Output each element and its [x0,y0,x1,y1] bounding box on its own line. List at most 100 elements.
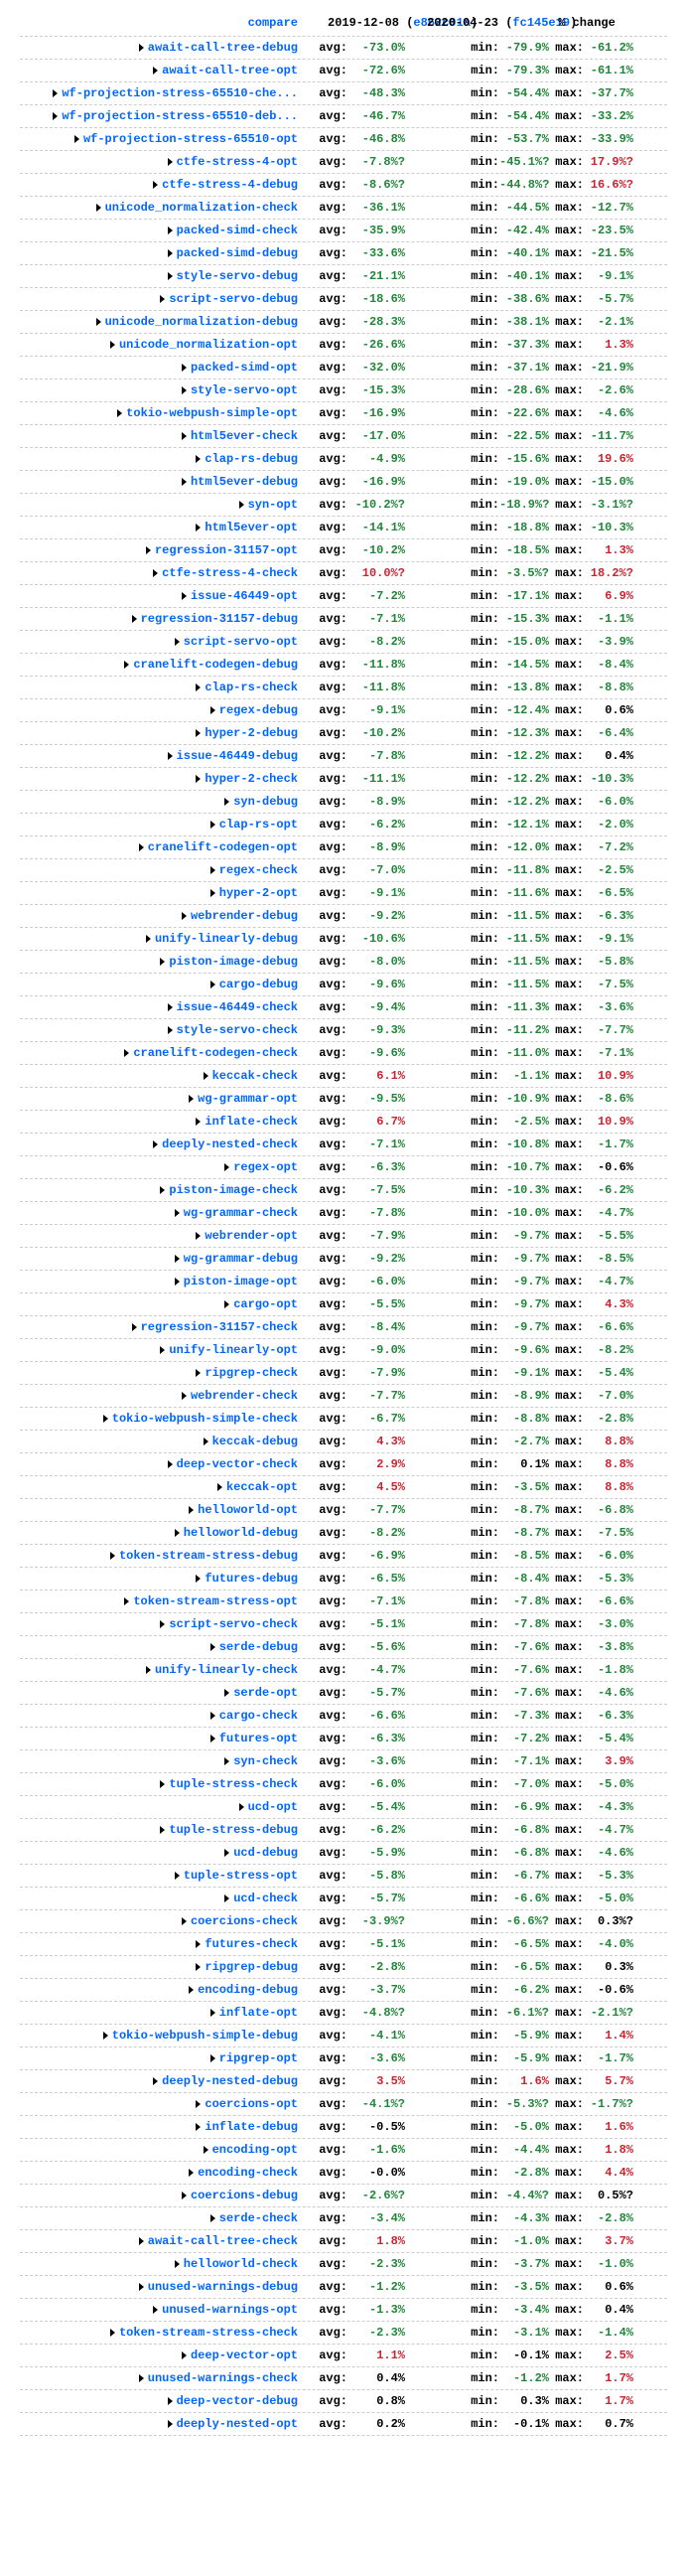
expand-icon[interactable] [168,1026,173,1034]
expand-icon[interactable] [153,2306,158,2314]
benchmark-link[interactable]: encoding-debug [20,1983,298,1997]
expand-icon[interactable] [210,981,215,988]
benchmark-link[interactable]: cargo-check [20,1709,298,1723]
benchmark-link[interactable]: unify-linearly-opt [20,1343,298,1357]
benchmark-link[interactable]: hyper-2-check [20,772,298,786]
expand-icon[interactable] [168,1003,173,1011]
benchmark-link[interactable]: ripgrep-check [20,1366,298,1380]
benchmark-link[interactable]: ctfe-stress-4-debug [20,178,298,192]
benchmark-link[interactable]: serde-debug [20,1640,298,1654]
expand-icon[interactable] [139,2283,144,2291]
benchmark-link[interactable]: packed-simd-opt [20,361,298,375]
benchmark-link[interactable]: cargo-opt [20,1297,298,1311]
benchmark-link[interactable]: inflate-opt [20,2006,298,2020]
benchmark-link[interactable]: token-stream-stress-debug [20,1549,298,1563]
benchmark-link[interactable]: packed-simd-debug [20,246,298,260]
expand-icon[interactable] [182,386,187,394]
benchmark-link[interactable]: regex-opt [20,1160,298,1174]
expand-icon[interactable] [196,1118,201,1126]
expand-icon[interactable] [210,2009,215,2017]
expand-icon[interactable] [196,683,201,691]
benchmark-link[interactable]: html5ever-check [20,429,298,443]
expand-icon[interactable] [196,455,201,463]
benchmark-link[interactable]: deep-vector-debug [20,2394,298,2408]
benchmark-link[interactable]: encoding-opt [20,2143,298,2157]
expand-icon[interactable] [175,1209,180,1217]
expand-icon[interactable] [210,889,215,897]
expand-icon[interactable] [182,1917,187,1925]
expand-icon[interactable] [153,67,158,75]
compare-link[interactable]: compare [20,16,298,30]
expand-icon[interactable] [160,1346,165,1354]
expand-icon[interactable] [210,821,215,829]
benchmark-link[interactable]: wg-grammar-debug [20,1252,298,1266]
expand-icon[interactable] [139,843,144,851]
benchmark-link[interactable]: inflate-debug [20,2120,298,2134]
expand-icon[interactable] [224,798,229,806]
expand-icon[interactable] [196,2123,201,2131]
expand-icon[interactable] [196,524,201,531]
benchmark-link[interactable]: hyper-2-opt [20,886,298,900]
expand-icon[interactable] [146,546,151,554]
expand-icon[interactable] [168,2420,173,2428]
benchmark-link[interactable]: ucd-debug [20,1846,298,1860]
expand-icon[interactable] [168,227,173,234]
benchmark-link[interactable]: deeply-nested-check [20,1137,298,1151]
benchmark-link[interactable]: tuple-stress-opt [20,1869,298,1883]
expand-icon[interactable] [196,1369,201,1377]
benchmark-link[interactable]: helloworld-opt [20,1503,298,1517]
expand-icon[interactable] [182,2192,187,2199]
expand-icon[interactable] [146,1666,151,1674]
benchmark-link[interactable]: futures-check [20,1937,298,1951]
benchmark-link[interactable]: coercions-debug [20,2189,298,2202]
expand-icon[interactable] [224,1163,229,1171]
benchmark-link[interactable]: style-servo-debug [20,269,298,283]
benchmark-link[interactable]: unused-warnings-opt [20,2303,298,2317]
benchmark-link[interactable]: tokio-webpush-simple-opt [20,406,298,420]
expand-icon[interactable] [139,2374,144,2382]
benchmark-link[interactable]: unicode_normalization-debug [20,315,298,329]
expand-icon[interactable] [224,1894,229,1902]
expand-icon[interactable] [153,181,158,189]
expand-icon[interactable] [175,1529,180,1537]
expand-icon[interactable] [196,729,201,737]
benchmark-link[interactable]: ctfe-stress-4-opt [20,155,298,169]
expand-icon[interactable] [189,2169,194,2177]
benchmark-link[interactable]: issue-46449-check [20,1000,298,1014]
benchmark-link[interactable]: style-servo-opt [20,383,298,397]
benchmark-link[interactable]: unused-warnings-check [20,2371,298,2385]
benchmark-link[interactable]: html5ever-debug [20,475,298,489]
expand-icon[interactable] [210,866,215,874]
expand-icon[interactable] [210,706,215,714]
benchmark-link[interactable]: html5ever-opt [20,521,298,534]
benchmark-link[interactable]: regression-31157-debug [20,612,298,626]
expand-icon[interactable] [110,341,115,349]
expand-icon[interactable] [160,295,165,303]
benchmark-link[interactable]: futures-debug [20,1572,298,1586]
benchmark-link[interactable]: unicode_normalization-opt [20,338,298,352]
benchmark-link[interactable]: inflate-check [20,1115,298,1129]
benchmark-link[interactable]: deeply-nested-opt [20,2417,298,2431]
benchmark-link[interactable]: script-servo-debug [20,292,298,306]
benchmark-link[interactable]: unused-warnings-debug [20,2280,298,2294]
benchmark-link[interactable]: syn-opt [20,498,298,512]
expand-icon[interactable] [153,569,158,577]
benchmark-link[interactable]: deep-vector-check [20,1457,298,1471]
expand-icon[interactable] [103,2032,108,2040]
expand-icon[interactable] [160,958,165,966]
benchmark-link[interactable]: encoding-check [20,2166,298,2180]
benchmark-link[interactable]: tuple-stress-debug [20,1823,298,1837]
benchmark-link[interactable]: script-servo-opt [20,635,298,649]
benchmark-link[interactable]: cranelift-codegen-check [20,1046,298,1060]
expand-icon[interactable] [146,935,151,943]
expand-icon[interactable] [182,1392,187,1400]
expand-icon[interactable] [124,661,129,669]
benchmark-link[interactable]: await-call-tree-debug [20,41,298,55]
benchmark-link[interactable]: futures-opt [20,1732,298,1745]
expand-icon[interactable] [210,2054,215,2062]
expand-icon[interactable] [160,1186,165,1194]
expand-icon[interactable] [210,1643,215,1651]
benchmark-link[interactable]: unicode_normalization-check [20,201,298,215]
benchmark-link[interactable]: tokio-webpush-simple-check [20,1412,298,1426]
expand-icon[interactable] [53,89,58,97]
